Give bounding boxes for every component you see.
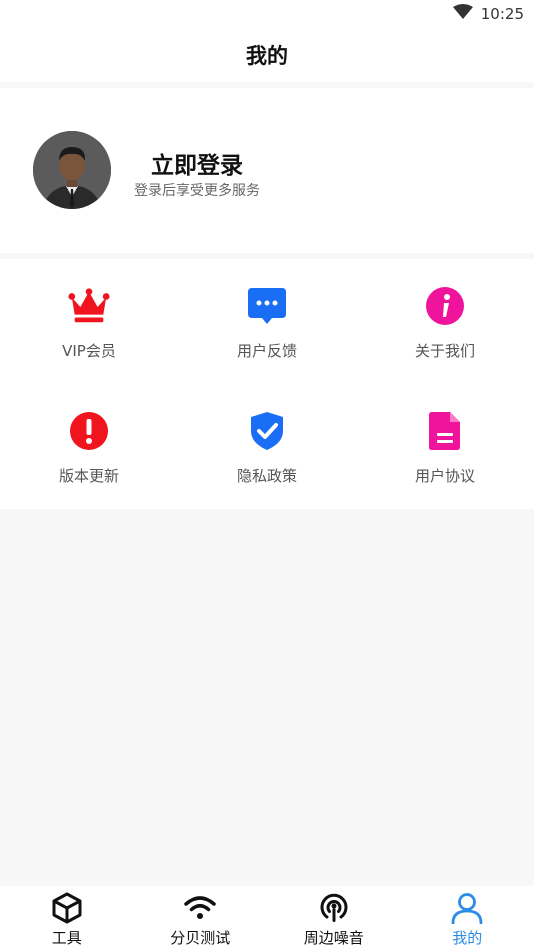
chat-bubble-icon — [246, 285, 288, 327]
tab-tools[interactable]: 工具 — [0, 886, 134, 949]
wifi-icon — [183, 891, 217, 925]
crown-icon — [68, 285, 110, 327]
menu-item-about[interactable]: 关于我们 — [356, 259, 534, 384]
tab-label: 周边噪音 — [303, 929, 364, 947]
person-icon — [450, 891, 484, 925]
menu-item-label: VIP会员 — [62, 342, 116, 360]
user-avatar[interactable] — [33, 131, 111, 209]
status-time: 10:25 — [480, 5, 524, 23]
wifi-signal-icon — [452, 4, 473, 24]
page-header: 我的 — [0, 28, 534, 82]
login-subtitle: 登录后享受更多服务 — [134, 183, 260, 199]
exclamation-icon — [68, 410, 110, 452]
info-icon — [424, 285, 466, 327]
tab-mine[interactable]: 我的 — [401, 886, 534, 949]
profile-card[interactable]: 立即登录 登录后享受更多服务 — [0, 88, 534, 253]
shield-check-icon — [246, 410, 288, 452]
page-title: 我的 — [246, 44, 288, 68]
menu-item-label: 关于我们 — [414, 342, 475, 360]
menu-item-label: 版本更新 — [58, 467, 119, 485]
bottom-tab-bar: 工具 分贝测试 周边噪音 我的 — [0, 886, 534, 949]
menu-item-vip[interactable]: VIP会员 — [0, 259, 178, 384]
tab-ambient-noise[interactable]: 周边噪音 — [267, 886, 401, 949]
menu-item-update[interactable]: 版本更新 — [0, 384, 178, 509]
cube-icon — [50, 891, 84, 925]
broadcast-icon — [317, 891, 351, 925]
menu-item-label: 用户反馈 — [236, 342, 297, 360]
document-icon — [424, 410, 466, 452]
menu-item-agreement[interactable]: 用户协议 — [356, 384, 534, 509]
menu-item-privacy[interactable]: 隐私政策 — [178, 384, 356, 509]
login-title[interactable]: 立即登录 — [151, 146, 243, 180]
menu-item-label: 用户协议 — [414, 467, 475, 485]
menu-item-label: 隐私政策 — [236, 467, 297, 485]
tab-label: 工具 — [51, 929, 82, 947]
menu-item-feedback[interactable]: 用户反馈 — [178, 259, 356, 384]
status-bar: 10:25 — [0, 0, 534, 28]
tab-decibel-test[interactable]: 分贝测试 — [134, 886, 268, 949]
tab-label: 分贝测试 — [170, 929, 231, 947]
tab-label: 我的 — [452, 929, 483, 947]
menu-grid: VIP会员 用户反馈 关于我们 版本更新 隐私政策 用户协议 — [0, 259, 534, 509]
